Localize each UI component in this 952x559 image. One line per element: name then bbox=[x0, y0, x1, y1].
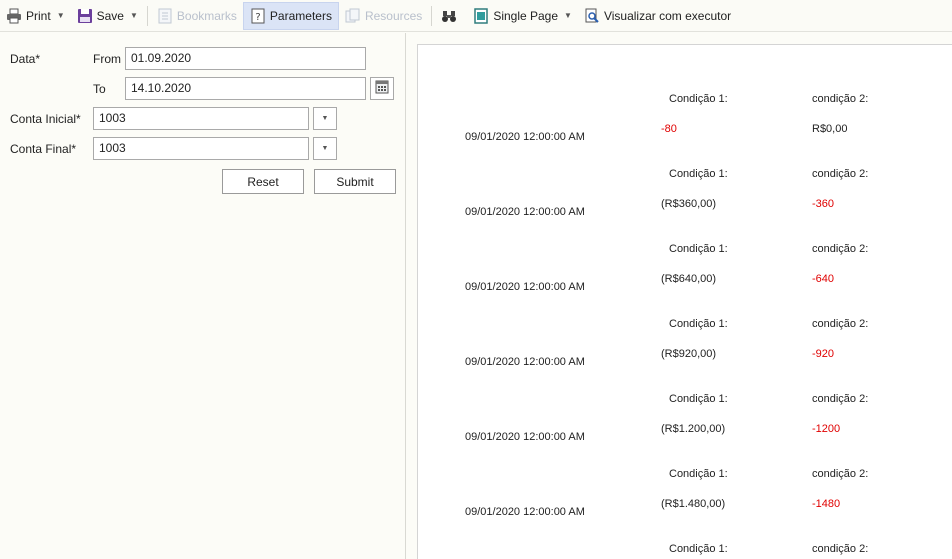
condicao-2-value: -360 bbox=[812, 198, 835, 210]
submit-button[interactable]: Submit bbox=[314, 169, 396, 194]
single-page-button[interactable]: Single Page ▼ bbox=[467, 2, 578, 30]
dropdown-arrow-icon: ▼ bbox=[321, 145, 329, 152]
chevron-down-icon: ▼ bbox=[56, 11, 65, 20]
row-date: 09/01/2020 12:00:00 AM bbox=[465, 206, 585, 218]
report-preview: Condição 1: condição 2: -80 R$0,00 09/01/202… bbox=[417, 44, 952, 559]
save-label: Save bbox=[96, 8, 124, 23]
condicao-1-label: Condição 1: bbox=[669, 168, 728, 180]
chevron-down-icon: ▼ bbox=[129, 11, 138, 20]
find-button[interactable] bbox=[435, 2, 467, 30]
print-label: Print bbox=[26, 8, 51, 23]
svg-text:?: ? bbox=[255, 12, 260, 23]
condicao-1-label: Condição 1: bbox=[669, 468, 728, 480]
from-label: From bbox=[93, 52, 121, 66]
single-page-label: Single Page bbox=[493, 8, 559, 23]
page-magnifier-icon bbox=[584, 8, 600, 24]
condicao-2-value: -920 bbox=[812, 348, 835, 360]
resources-label: Resources bbox=[364, 8, 423, 23]
from-date-input[interactable]: 01.09.2020 bbox=[125, 47, 366, 70]
condicao-2-label: condição 2: bbox=[812, 168, 869, 180]
bookmarks-label: Bookmarks bbox=[176, 8, 237, 23]
condicao-2-label: condição 2: bbox=[812, 243, 869, 255]
conta-inicial-label: Conta Inicial* bbox=[10, 112, 81, 126]
condicao-2-value: -1200 bbox=[812, 423, 841, 435]
dropdown-arrow-icon: ▼ bbox=[321, 115, 329, 122]
toolbar-divider bbox=[431, 5, 433, 26]
toolbar-divider bbox=[146, 5, 148, 26]
condicao-1-label: Condição 1: bbox=[669, 93, 728, 105]
condicao-1-label: Condição 1: bbox=[669, 243, 728, 255]
binoculars-icon bbox=[441, 8, 457, 24]
row-date: 09/01/2020 12:00:00 AM bbox=[465, 131, 585, 143]
single-page-icon bbox=[473, 7, 489, 24]
save-button[interactable]: Save ▼ bbox=[71, 2, 144, 30]
to-date-input[interactable]: 14.10.2020 bbox=[125, 77, 366, 100]
condicao-1-value: (R$1.200,00) bbox=[661, 423, 726, 435]
condicao-2-label: condição 2: bbox=[812, 543, 869, 555]
condicao-2-label: condição 2: bbox=[812, 318, 869, 330]
parameters-panel: Data* From 01.09.2020 To 14.10.2020 Cont… bbox=[0, 33, 406, 559]
conta-inicial-input[interactable]: 1003 bbox=[93, 107, 309, 130]
condicao-2-label: condição 2: bbox=[812, 393, 869, 405]
row-date: 09/01/2020 12:00:00 AM bbox=[465, 281, 585, 293]
condicao-1-value: (R$640,00) bbox=[661, 273, 717, 285]
condicao-1-label: Condição 1: bbox=[669, 543, 728, 555]
calendar-icon bbox=[375, 80, 389, 97]
conta-final-input[interactable]: 1003 bbox=[93, 137, 309, 160]
to-label: To bbox=[93, 82, 106, 96]
condicao-1-label: Condição 1: bbox=[669, 393, 728, 405]
row-date: 09/01/2020 12:00:00 AM bbox=[465, 506, 585, 518]
conta-inicial-dropdown[interactable]: ▼ bbox=[313, 107, 337, 130]
toolbar: Print ▼ Save ▼ Bookmarks ? Parameters Re… bbox=[0, 0, 952, 32]
condicao-2-label: condição 2: bbox=[812, 468, 869, 480]
reset-button[interactable]: Reset bbox=[222, 169, 304, 194]
data-label: Data* bbox=[10, 52, 41, 66]
condicao-1-label: Condição 1: bbox=[669, 318, 728, 330]
conta-final-label: Conta Final* bbox=[10, 142, 77, 156]
condicao-2-value: -1480 bbox=[812, 498, 841, 510]
printer-icon bbox=[6, 8, 22, 24]
question-page-icon: ? bbox=[250, 8, 266, 24]
condicao-1-value: (R$360,00) bbox=[661, 198, 717, 210]
row-date: 09/01/2020 12:00:00 AM bbox=[465, 431, 585, 443]
condicao-1-value: (R$920,00) bbox=[661, 348, 717, 360]
chevron-down-icon: ▼ bbox=[564, 11, 572, 20]
resources-icon bbox=[345, 8, 361, 24]
resources-button[interactable]: Resources bbox=[339, 2, 428, 30]
parameters-label: Parameters bbox=[269, 8, 332, 23]
condicao-2-label: condição 2: bbox=[812, 93, 869, 105]
run-with-executor-button[interactable]: Visualizar com executor bbox=[578, 2, 737, 30]
print-button[interactable]: Print ▼ bbox=[0, 2, 71, 30]
bookmarks-button[interactable]: Bookmarks bbox=[151, 2, 243, 30]
condicao-1-value: -80 bbox=[661, 123, 677, 135]
calendar-button[interactable] bbox=[370, 77, 394, 100]
floppy-icon bbox=[77, 8, 93, 24]
run-with-executor-label: Visualizar com executor bbox=[603, 8, 732, 23]
bookmark-icon bbox=[157, 8, 173, 24]
condicao-2-value: R$0,00 bbox=[812, 123, 848, 135]
parameters-button[interactable]: ? Parameters bbox=[242, 1, 339, 30]
condicao-1-value: (R$1.480,00) bbox=[661, 498, 726, 510]
conta-final-dropdown[interactable]: ▼ bbox=[313, 137, 337, 160]
condicao-2-value: -640 bbox=[812, 273, 835, 285]
row-date: 09/01/2020 12:00:00 AM bbox=[465, 356, 585, 368]
